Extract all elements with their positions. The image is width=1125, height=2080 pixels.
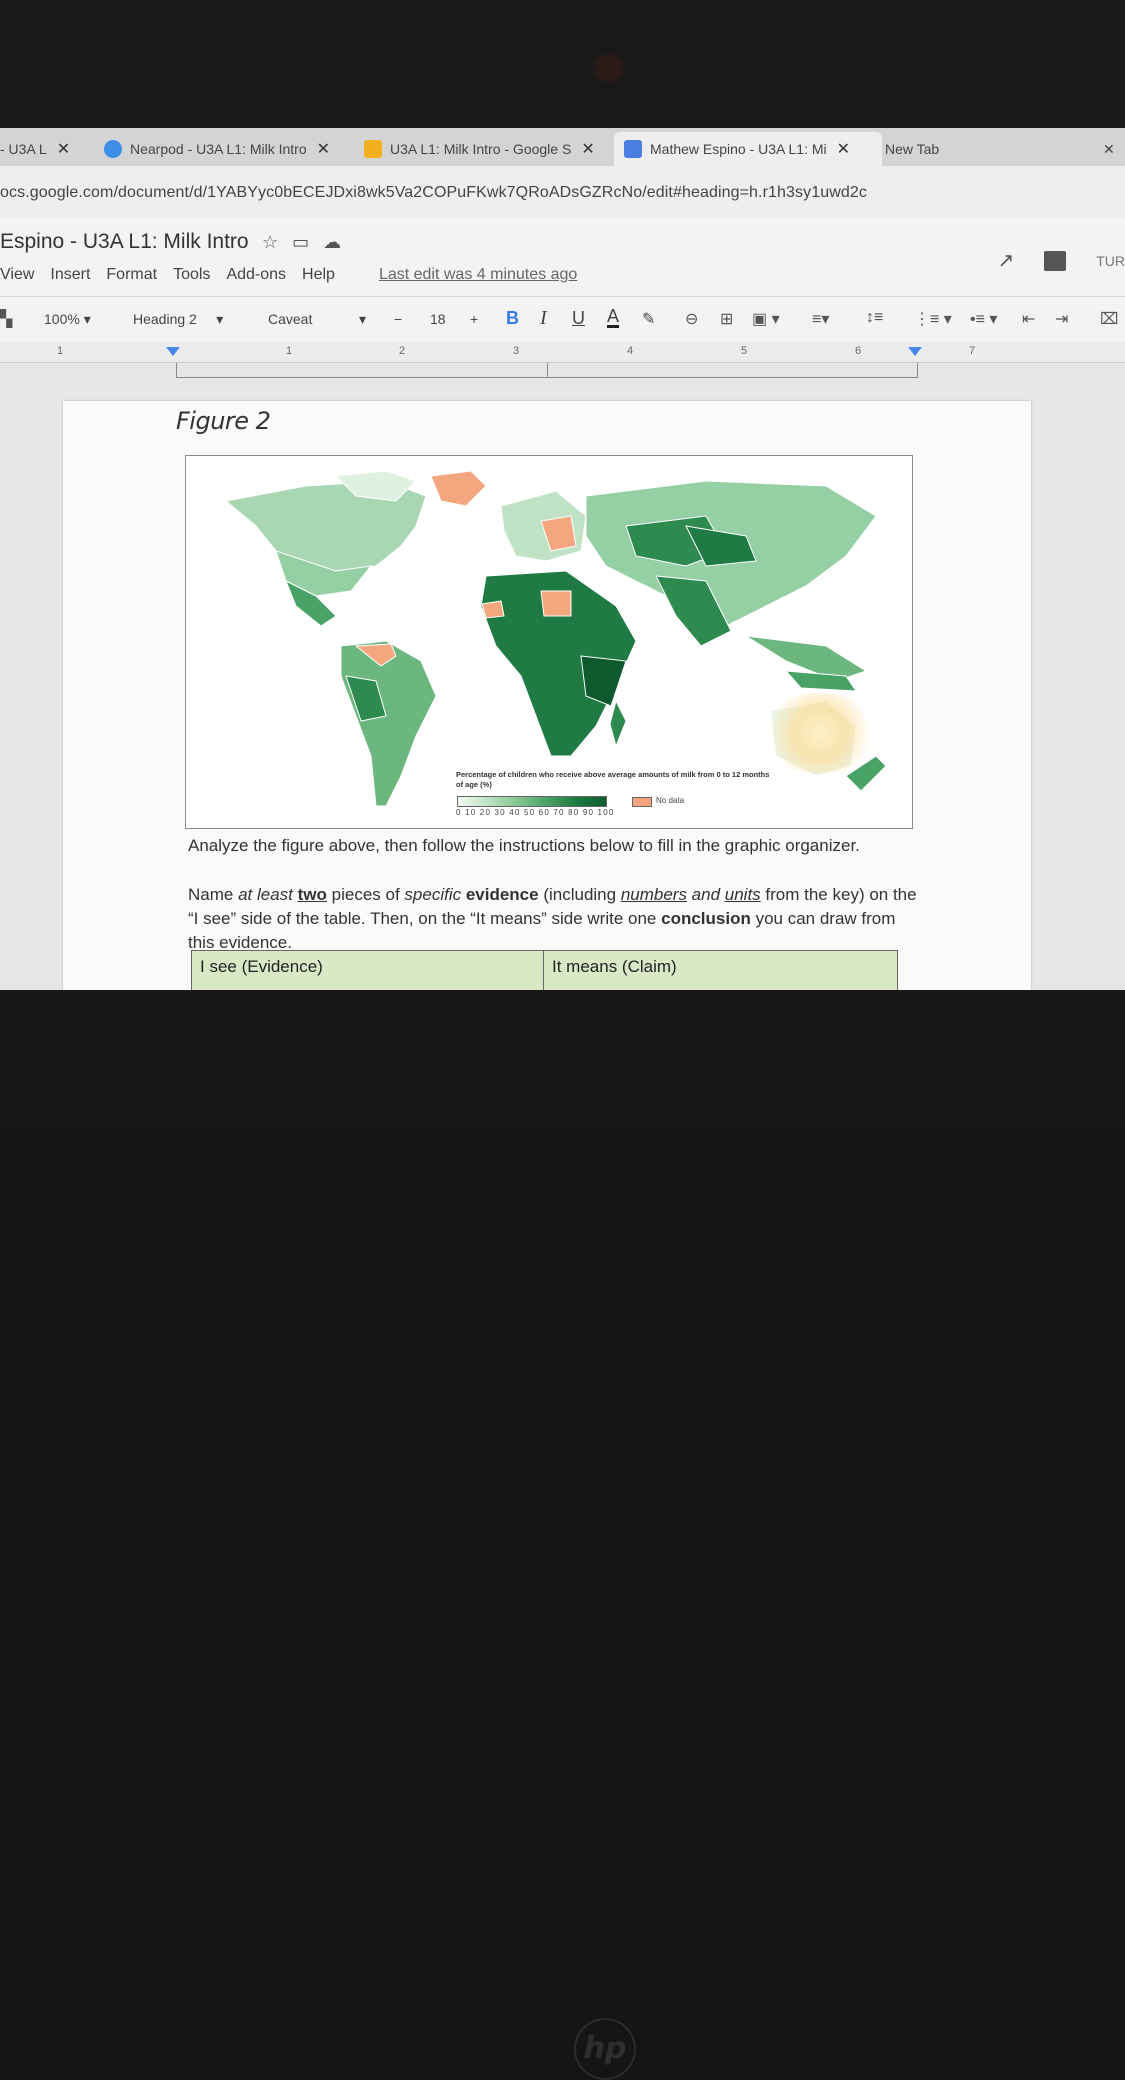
previous-table-bottom	[176, 363, 918, 378]
font-size-increase-button[interactable]: +	[470, 311, 478, 327]
align-icon[interactable]: ≡▾	[812, 309, 829, 329]
highlight-pen-icon[interactable]: ✎	[642, 309, 655, 329]
document-page[interactable]: Figure 2 Percentage of children who rece…	[63, 401, 1031, 990]
left-indent-marker-icon[interactable]	[166, 347, 180, 356]
increase-indent-icon[interactable]: ⇥	[1055, 309, 1068, 329]
tab-u3a[interactable]: - U3A L ✕	[0, 132, 90, 166]
map-legend-ticks: 0 10 20 30 40 50 60 70 80 90 100	[456, 808, 615, 817]
style-value: Heading 2	[133, 311, 197, 327]
right-indent-marker-icon[interactable]	[908, 347, 922, 356]
zoom-select[interactable]: 100% ▾	[44, 311, 91, 328]
address-bar: ocs.google.com/document/d/1YABYyc0bECEJD…	[0, 166, 1125, 218]
underline-button[interactable]: U	[572, 308, 585, 329]
url-field[interactable]: ocs.google.com/document/d/1YABYyc0bECEJD…	[0, 184, 867, 202]
font-value: Caveat	[268, 311, 313, 327]
zoom-value: 100%	[44, 311, 80, 327]
decrease-indent-icon[interactable]: ⇤	[1022, 309, 1035, 329]
bulleted-list-icon[interactable]: •≡ ▾	[970, 309, 997, 329]
menu-bar: View Insert Format Tools Add-ons Help La…	[0, 266, 577, 284]
star-icon[interactable]: ☆	[262, 232, 278, 253]
tab-nearpod[interactable]: Nearpod - U3A L1: Milk Intro ✕	[104, 132, 344, 166]
claim-column-header[interactable]: It means (Claim)	[544, 951, 896, 990]
font-select[interactable]: Caveat ▾	[268, 311, 366, 328]
menu-format[interactable]: Format	[106, 266, 157, 284]
laptop-bezel-bottom: hp	[0, 990, 1125, 2080]
graphic-organizer-table[interactable]: I see (Evidence) It means (Claim)	[191, 950, 898, 990]
add-comment-icon[interactable]: ⊞	[720, 309, 733, 329]
tab-label: - U3A L	[0, 141, 47, 157]
title-icons: ☆ ▭ ☁	[262, 232, 341, 253]
ruler-number: 7	[969, 345, 976, 357]
browser-tab-strip: - U3A L ✕ Nearpod - U3A L1: Milk Intro ✕…	[0, 128, 1125, 166]
insert-image-icon[interactable]: ▣ ▾	[752, 309, 780, 329]
italic-button[interactable]: I	[540, 307, 547, 330]
ruler-number: 1	[286, 345, 293, 357]
document-canvas: Figure 2 Percentage of children who rece…	[0, 363, 1125, 990]
comments-icon[interactable]	[1044, 250, 1067, 271]
tab-label: New Tab	[885, 141, 940, 157]
line-spacing-icon[interactable]: ↕≡	[866, 309, 883, 327]
slides-favicon-icon	[364, 140, 382, 158]
menu-view[interactable]: View	[0, 266, 34, 284]
document-title[interactable]: Espino - U3A L1: Milk Intro	[0, 230, 249, 254]
tab-label: U3A L1: Milk Intro - Google S	[390, 141, 572, 157]
clear-formatting-icon[interactable]: ⌧	[1100, 309, 1118, 329]
window-close-icon[interactable]: ✕	[1103, 132, 1123, 166]
link-icon[interactable]: ⊖	[685, 309, 698, 329]
map-legend-title: Percentage of children who receive above…	[456, 770, 770, 789]
tab-label: Mathew Espino - U3A L1: Mi	[650, 141, 827, 157]
tab-label: Nearpod - U3A L1: Milk Intro	[130, 141, 307, 157]
ruler-number: 4	[627, 345, 634, 357]
turn-in-button[interactable]: TUR	[1096, 253, 1125, 269]
tab-close-icon[interactable]: ✕	[837, 139, 850, 159]
tab-new-tab[interactable]: New Tab	[885, 132, 985, 166]
menu-add-ons[interactable]: Add-ons	[226, 266, 286, 284]
last-edit-link[interactable]: Last edit was 4 minutes ago	[379, 266, 577, 284]
style-select[interactable]: Heading 2 ▾	[133, 311, 223, 328]
ruler-number: 2	[399, 345, 406, 357]
world-milk-map-image[interactable]: Percentage of children who receive above…	[185, 455, 913, 829]
no-data-swatch	[632, 797, 652, 807]
screen: - U3A L ✕ Nearpod - U3A L1: Milk Intro ✕…	[0, 128, 1125, 990]
ruler[interactable]: 1 1 2 3 4 5 6 7	[0, 342, 1125, 363]
paint-format-icon[interactable]: ▚	[0, 309, 12, 329]
header-actions: ↗ TUR	[997, 248, 1125, 273]
nearpod-favicon-icon	[104, 140, 122, 158]
tab-close-icon[interactable]: ✕	[317, 139, 330, 159]
menu-insert[interactable]: Insert	[50, 266, 90, 284]
font-size-input[interactable]: 18	[430, 311, 446, 327]
ruler-number: 5	[741, 345, 748, 357]
text-color-button[interactable]: A	[607, 307, 620, 328]
instruction-line-1: Analyze the figure above, then follow th…	[188, 836, 860, 855]
evidence-column-header[interactable]: I see (Evidence)	[192, 951, 544, 990]
font-size-decrease-button[interactable]: −	[394, 311, 402, 327]
figure-heading: Figure 2	[176, 407, 271, 435]
ruler-number: 3	[513, 345, 520, 357]
instruction-paragraph-2: Name at least two pieces of specific evi…	[188, 885, 917, 952]
tab-close-icon[interactable]: ✕	[581, 139, 594, 159]
laptop-bezel-top	[0, 0, 1125, 128]
webcam-icon	[597, 56, 621, 80]
docs-header: Espino - U3A L1: Milk Intro ☆ ▭ ☁ View I…	[0, 218, 1125, 296]
ruler-number: 1	[57, 345, 64, 357]
cloud-saved-icon[interactable]: ☁	[323, 232, 341, 253]
hp-logo-icon: hp	[574, 2018, 636, 2080]
activity-trend-icon[interactable]: ↗	[997, 248, 1014, 273]
no-data-label: No data	[656, 796, 685, 805]
move-folder-icon[interactable]: ▭	[292, 232, 309, 253]
menu-help[interactable]: Help	[302, 266, 335, 284]
ruler-number: 6	[855, 345, 862, 357]
bold-button[interactable]: B	[506, 308, 519, 329]
tab-docs-active[interactable]: Mathew Espino - U3A L1: Mi ✕	[614, 132, 882, 166]
docs-favicon-icon	[624, 140, 642, 158]
map-legend-gradient	[457, 796, 607, 807]
tab-close-icon[interactable]: ✕	[57, 139, 70, 159]
docs-toolbar: ▚ 100% ▾ Heading 2 ▾ Caveat ▾ − 18 + B I…	[0, 296, 1125, 343]
tab-slides[interactable]: U3A L1: Milk Intro - Google S ✕	[364, 132, 604, 166]
screen-glare	[760, 693, 880, 773]
numbered-list-icon[interactable]: ⋮≡ ▾	[914, 309, 952, 329]
menu-tools[interactable]: Tools	[173, 266, 210, 284]
